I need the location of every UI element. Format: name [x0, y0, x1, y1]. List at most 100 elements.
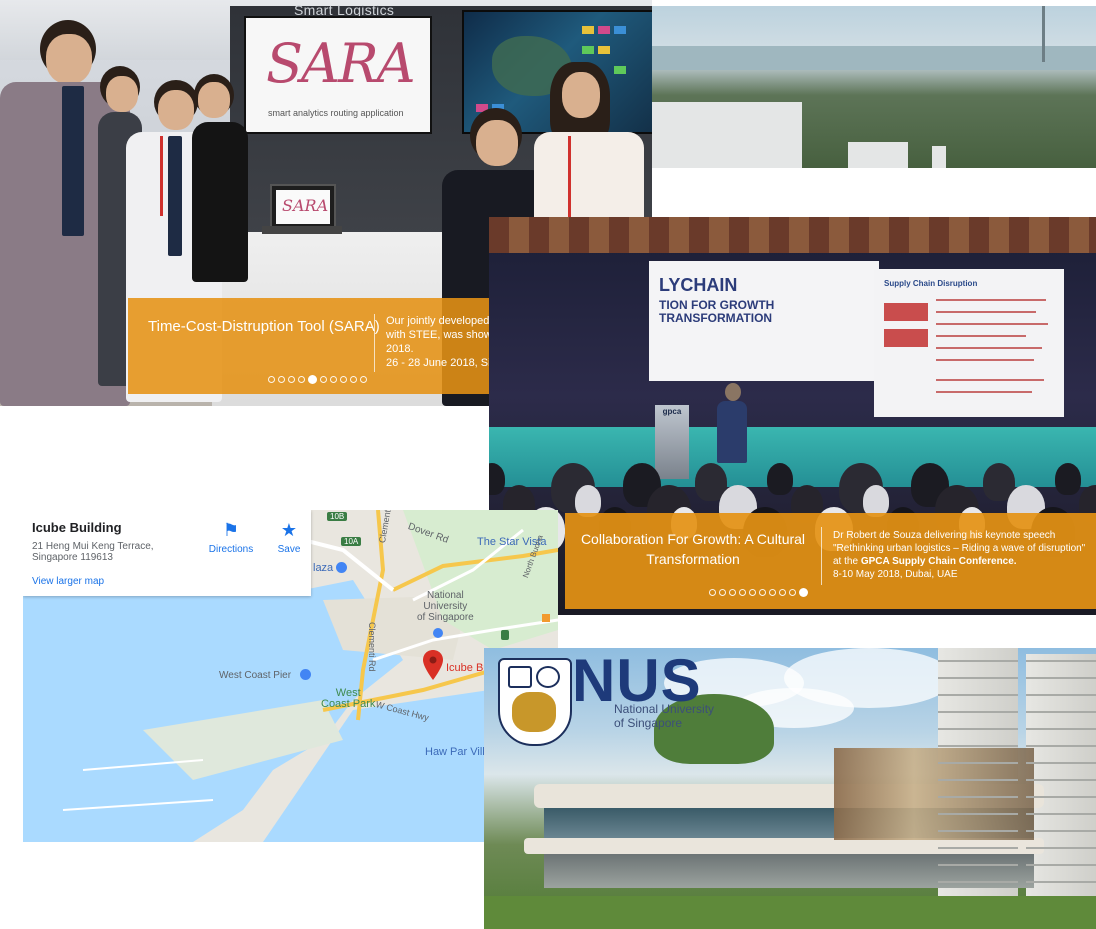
nus-icon — [433, 628, 443, 638]
monitor-widget — [582, 46, 594, 54]
carousel-dot[interactable] — [799, 588, 808, 597]
monitor-widget — [582, 26, 594, 34]
carousel-dot[interactable] — [709, 589, 716, 596]
audience-member — [767, 463, 793, 495]
directions-button[interactable]: ⚑ Directions — [205, 520, 257, 555]
laptop-logo: SARA — [282, 196, 329, 215]
plaza-icon — [336, 562, 347, 573]
tower-floor-line — [938, 864, 1018, 866]
laptop: SARA — [270, 184, 336, 230]
conference-photo: LYCHAIN TION FOR GROWTH TRANSFORMATION S… — [489, 217, 1096, 615]
carousel-dot[interactable] — [298, 376, 305, 383]
tower-floor-line — [938, 745, 1018, 747]
save-button[interactable]: ★ Save — [263, 520, 315, 555]
tower-floor-line — [1026, 813, 1096, 815]
tower-floor-line — [938, 847, 1018, 849]
tower-floor-line — [938, 813, 1018, 815]
sara-caption-title: Time-Cost-Distruption Tool (SARA) — [148, 318, 380, 335]
carousel-dot[interactable] — [330, 376, 337, 383]
campus-building — [524, 748, 1044, 888]
map-label-nus: National University of Singapore — [417, 590, 474, 623]
carousel-dot[interactable] — [719, 589, 726, 596]
location-map[interactable]: 10B 10A Dover Rd The Star Vista laza Cle… — [23, 510, 558, 842]
monitor-widget — [614, 66, 626, 74]
tower-floor-line — [938, 728, 1018, 730]
tower-floor-line — [1026, 796, 1096, 798]
tower-floor-line — [1026, 745, 1096, 747]
monitor-widget — [614, 26, 626, 34]
building — [652, 102, 802, 168]
road-badge-10a: 10A — [341, 537, 362, 546]
map-label-icube-pin: Icube Bu — [446, 662, 490, 674]
carousel-dot[interactable] — [769, 589, 776, 596]
sara-logo-subtitle: smart analytics routing application — [268, 108, 404, 118]
map-label-clementi-rd: Clementi Rd — [367, 622, 377, 672]
tower-floor-line — [938, 694, 1018, 696]
slide-title: Supply Chain Disruption — [884, 279, 978, 288]
carousel-dot[interactable] — [288, 376, 295, 383]
bus-stop-icon — [501, 630, 509, 640]
lawn — [484, 896, 1096, 929]
sara-carousel-dots — [268, 375, 367, 384]
tower-floor-line — [938, 881, 1018, 883]
directions-icon: ⚑ — [222, 520, 240, 540]
tower-floor-line — [938, 779, 1018, 781]
tower-floor-line — [938, 762, 1018, 764]
carousel-dot[interactable] — [268, 376, 275, 383]
carousel-dot[interactable] — [729, 589, 736, 596]
carousel-dot[interactable] — [350, 376, 357, 383]
star-icon: ★ — [280, 520, 298, 540]
carousel-dot[interactable] — [759, 589, 766, 596]
place-address: 21 Heng Mui Keng Terrace, Singapore 1196… — [32, 541, 154, 563]
laptop-base — [262, 226, 342, 234]
monitor-widget — [598, 46, 610, 54]
tower-floor-line — [1026, 711, 1096, 713]
monitor-widget — [598, 26, 610, 34]
tower-floor-line — [1026, 847, 1096, 849]
sea — [652, 46, 1096, 70]
conference-caption: Collaboration For Growth: A Cultural Tra… — [565, 513, 1096, 609]
view-larger-map-link[interactable]: View larger map — [32, 576, 104, 587]
poi-marker — [542, 614, 550, 622]
carousel-dot[interactable] — [360, 376, 367, 383]
place-name: Icube Building — [32, 520, 122, 535]
carousel-dot[interactable] — [789, 589, 796, 596]
building — [848, 142, 908, 168]
audience-member — [489, 463, 505, 495]
place-info-card: Icube Building 21 Heng Mui Keng Terrace,… — [23, 510, 311, 596]
caption-divider — [821, 527, 822, 585]
speaker — [717, 383, 747, 463]
map-label-plaza: laza — [313, 562, 334, 574]
tower-floor-line — [1026, 864, 1096, 866]
tower-floor-line — [1026, 881, 1096, 883]
tower-floor-line — [1026, 660, 1096, 662]
caption-divider — [374, 314, 375, 372]
audience-member — [1055, 463, 1081, 495]
nus-crest-icon — [498, 658, 572, 746]
carousel-dot[interactable] — [779, 589, 786, 596]
tower-floor-line — [1026, 677, 1096, 679]
sara-logo-board: SARA smart analytics routing application — [244, 16, 432, 134]
hall-ceiling — [489, 217, 1096, 253]
tower-floor-line — [1026, 779, 1096, 781]
sara-logo: SARA — [266, 32, 416, 95]
tower-floor-line — [938, 660, 1018, 662]
tower-floor-line — [1026, 728, 1096, 730]
tower-floor-line — [1026, 830, 1096, 832]
nus-full-name: National University of Singapore — [614, 702, 715, 730]
location-pin-icon[interactable] — [423, 650, 443, 680]
map-label-west-coast-park: West Coast Park — [321, 687, 376, 710]
map-label-west-coast-pier: West Coast Pier — [219, 670, 292, 681]
map-label-haw-par-villa: Haw Par Villa — [425, 746, 491, 758]
carousel-dot[interactable] — [278, 376, 285, 383]
carousel-dot[interactable] — [340, 376, 347, 383]
conference-caption-description: Dr Robert de Souza delivering his keynot… — [833, 530, 1086, 580]
carousel-dot[interactable] — [308, 375, 317, 384]
carousel-dot[interactable] — [739, 589, 746, 596]
carousel-dot[interactable] — [749, 589, 756, 596]
tower-floor-line — [938, 711, 1018, 713]
tower-floor-line — [938, 830, 1018, 832]
carousel-dot[interactable] — [320, 376, 327, 383]
tower-floor-line — [938, 677, 1018, 679]
stage-screen-left: LYCHAIN TION FOR GROWTH TRANSFORMATION — [649, 261, 879, 381]
